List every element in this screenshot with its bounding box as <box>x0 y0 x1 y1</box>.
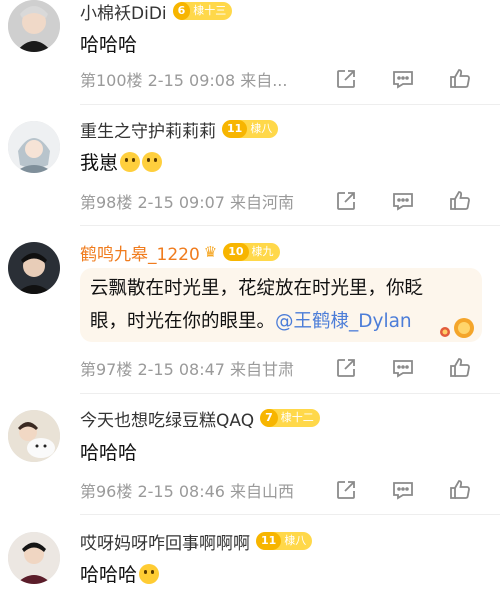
name-row: 鹤鸣九皋_1220 ♛ 10 棣九 <box>80 240 280 265</box>
quote-card: 云飘散在时光里，花绽放在时光里，你眨 眼，时光在你的眼里。@王鹤棣_Dylan <box>80 268 482 342</box>
fan-level: 11 <box>256 532 282 550</box>
meta-row: 第96楼 2-15 08:46 来自山西 <box>80 478 490 502</box>
meta-row: 第100楼 2-15 09:08 来自... <box>80 67 490 91</box>
like-icon[interactable] <box>448 67 472 91</box>
meta-row: 第98楼 2-15 09:07 来自河南 <box>80 189 490 213</box>
fan-badge-label: 棣九 <box>251 245 274 258</box>
comment-text: 我崽 <box>80 148 163 175</box>
name-row: 重生之守护莉莉莉 11 棣八 <box>80 117 279 142</box>
mention-link[interactable]: @王鹤棣_Dylan <box>275 311 412 332</box>
fan-badge[interactable]: 10 棣九 <box>223 243 280 261</box>
quote-line: 眼，时光在你的眼里。@王鹤棣_Dylan <box>90 307 412 333</box>
fan-badge[interactable]: 6 棣十三 <box>172 2 233 20</box>
crown-icon: ♛ <box>203 243 218 261</box>
username[interactable]: 小棉袄DiDi <box>80 0 167 24</box>
fan-level: 7 <box>260 409 278 427</box>
fan-badge-label: 棣十二 <box>280 411 314 424</box>
comment-meta: 第96楼 2-15 08:46 来自山西 <box>80 482 295 501</box>
comment-text-content: 我崽 <box>80 152 119 174</box>
share-icon[interactable] <box>334 189 358 213</box>
quote-line-text: 眼，时光在你的眼里。 <box>90 311 276 332</box>
like-icon[interactable] <box>448 478 472 502</box>
comment-text-content: 哈哈哈 <box>80 564 138 586</box>
avatar[interactable] <box>8 121 60 173</box>
like-icon[interactable] <box>448 189 472 213</box>
share-icon[interactable] <box>334 478 358 502</box>
name-row: 今天也想吃绿豆糕QAQ 7 棣十二 <box>80 406 320 431</box>
divider <box>80 104 500 105</box>
lion-sticker-icon <box>440 318 474 338</box>
divider <box>80 225 500 226</box>
username[interactable]: 鹤鸣九皋_1220 <box>80 240 200 265</box>
divider <box>80 393 500 394</box>
fan-level: 10 <box>223 243 249 261</box>
meta-row: 第97楼 2-15 08:47 来自甘肃 <box>80 356 490 380</box>
avatar[interactable] <box>8 242 60 294</box>
quote-line: 云飘散在时光里，花绽放在时光里，你眨 <box>90 278 424 299</box>
comment-text: 哈哈哈 <box>80 442 138 464</box>
comment-meta: 第100楼 2-15 09:08 来自... <box>80 71 288 90</box>
comment-meta: 第97楼 2-15 08:47 来自甘肃 <box>80 360 295 379</box>
avatar[interactable] <box>8 532 60 584</box>
share-icon[interactable] <box>334 356 358 380</box>
avatar[interactable] <box>8 0 60 52</box>
username[interactable]: 今天也想吃绿豆糕QAQ <box>80 406 254 431</box>
fan-level: 11 <box>222 120 248 138</box>
fan-badge-label: 棣八 <box>250 122 273 135</box>
laughing-emoji-icon <box>139 564 160 584</box>
username[interactable]: 哎呀妈呀咋回事啊啊啊 <box>80 529 250 554</box>
fan-badge[interactable]: 11 棣八 <box>222 120 279 138</box>
emoji-icon <box>142 152 163 172</box>
comment-meta: 第98楼 2-15 09:07 来自河南 <box>80 193 295 212</box>
fan-badge[interactable]: 7 棣十二 <box>260 409 320 427</box>
avatar[interactable] <box>8 410 60 462</box>
emoji-icon <box>120 152 141 172</box>
fan-badge-label: 棣八 <box>284 534 307 547</box>
comment-icon[interactable] <box>391 189 415 213</box>
name-row: 小棉袄DiDi 6 棣十三 <box>80 0 233 24</box>
fan-badge-label: 棣十三 <box>193 4 227 17</box>
comment-text: 哈哈哈 <box>80 560 160 587</box>
name-row: 哎呀妈呀咋回事啊啊啊 11 棣八 <box>80 529 313 554</box>
fan-badge[interactable]: 11 棣八 <box>256 532 313 550</box>
share-icon[interactable] <box>334 67 358 91</box>
comment-icon[interactable] <box>391 67 415 91</box>
fan-level: 6 <box>172 2 191 20</box>
comment-text: 哈哈哈 <box>80 34 138 56</box>
comment-icon[interactable] <box>391 356 415 380</box>
username[interactable]: 重生之守护莉莉莉 <box>80 117 216 142</box>
divider <box>80 514 500 515</box>
like-icon[interactable] <box>448 356 472 380</box>
comment-icon[interactable] <box>391 478 415 502</box>
